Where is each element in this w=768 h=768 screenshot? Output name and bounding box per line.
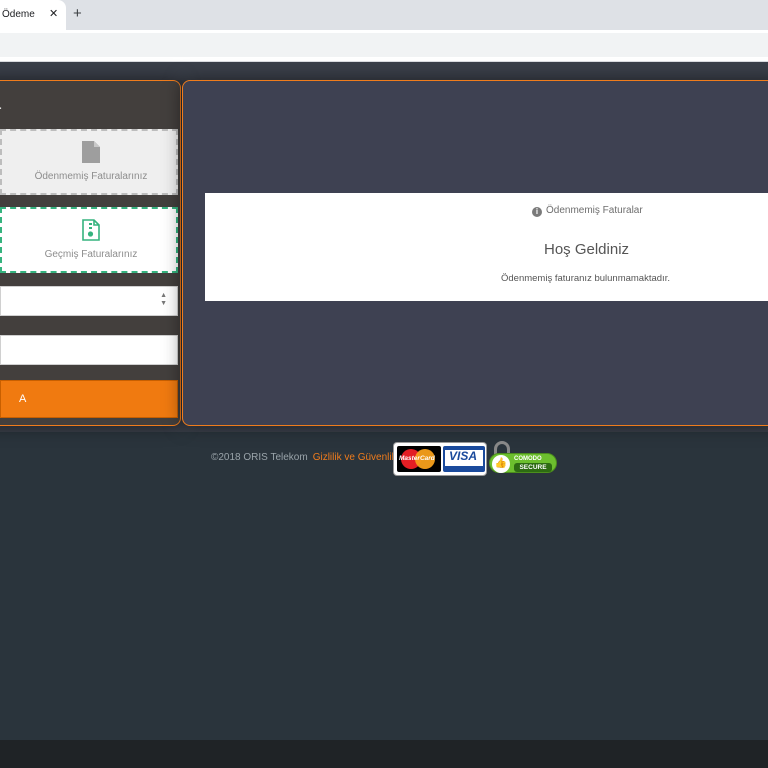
info-header-text: Ödenmemiş Faturalar: [546, 205, 643, 216]
address-bar[interactable]: [0, 33, 768, 57]
copyright-text: ©2018 ORIS Telekom: [211, 452, 308, 463]
footer: ©2018 ORIS Telekom Gizlilik ve Güvenlik: [211, 452, 397, 463]
thumbs-up-icon: 👍: [492, 455, 510, 473]
content-panel: i Ödenmemiş Faturalar Hoş Geldiniz Ödenme…: [182, 80, 768, 426]
unpaid-invoices-card[interactable]: Ödenmemiş Faturalarınız: [0, 129, 178, 195]
invoice-info-card: i Ödenmemiş Faturalar Hoş Geldiniz Ödenme…: [205, 193, 768, 301]
browser-tab-bar: Ödeme ✕ +: [0, 0, 768, 30]
welcome-title: Hoş Geldiniz: [544, 241, 630, 258]
panel-heading: r: [0, 103, 1, 121]
info-header: i Ödenmemiş Faturalar: [532, 205, 643, 217]
archive-document-icon: [82, 219, 100, 241]
past-invoices-card[interactable]: Geçmiş Faturalarınız: [0, 207, 178, 273]
submit-button-label: A: [19, 393, 27, 405]
mastercard-logo: MasterCard: [397, 446, 441, 472]
no-invoice-message: Ödenmemiş faturanız bulunmamaktadır.: [501, 273, 670, 284]
info-icon: i: [532, 207, 542, 217]
subscriber-select[interactable]: ▲ ▼: [0, 286, 178, 316]
tab-title: Ödeme: [2, 9, 35, 20]
number-input[interactable]: [0, 335, 178, 365]
select-arrows-icon: ▲ ▼: [160, 292, 167, 307]
past-invoices-label: Geçmiş Faturalarınız: [44, 249, 138, 260]
privacy-link[interactable]: Gizlilik ve Güvenlik: [313, 452, 397, 463]
browser-toolbar: [0, 30, 768, 62]
submit-button[interactable]: A: [0, 380, 178, 418]
visa-logo: VISA: [443, 446, 485, 472]
browser-tab[interactable]: Ödeme ✕: [0, 0, 66, 30]
close-icon[interactable]: ✕: [49, 7, 58, 20]
comodo-secure-seal[interactable]: 👍 COMODO SECURE: [489, 441, 559, 475]
page-bottom-band: [0, 740, 768, 768]
invoice-menu-panel: r Ödenmemiş Faturalarınız Geçmiş Fatural…: [0, 80, 181, 426]
document-icon: [82, 141, 100, 163]
payment-logos: MasterCard VISA: [394, 443, 486, 475]
new-tab-button[interactable]: +: [73, 5, 82, 22]
unpaid-invoices-label: Ödenmemiş Faturalarınız: [34, 171, 148, 182]
